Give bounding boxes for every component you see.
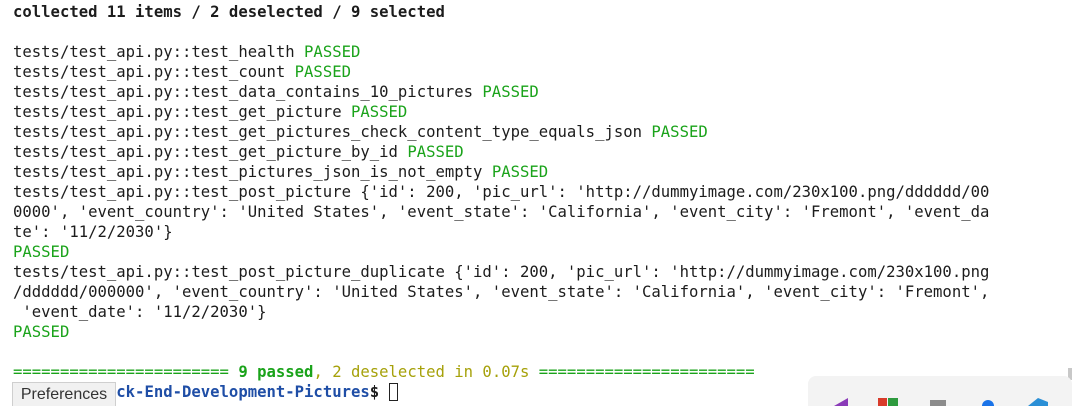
vertical-scrollbar[interactable] xyxy=(1062,0,1079,406)
test-name: tests/test_api.py::test_health xyxy=(13,43,295,61)
passed-status: PASSED xyxy=(482,83,539,101)
passed-status: PASSED xyxy=(491,163,549,181)
post-picture-duplicate-output: tests/test_api.py::test_post_picture_dup… xyxy=(13,263,990,281)
passed-status: PASSED xyxy=(13,243,70,261)
taskbar-preview xyxy=(808,376,1072,406)
test-result-line: tests/test_api.py::test_get_picture PASS… xyxy=(13,102,1062,122)
passed-status: PASSED xyxy=(304,43,361,61)
passed-status: PASSED xyxy=(407,143,464,161)
test-name: tests/test_api.py::test_get_picture_by_i… xyxy=(13,143,398,161)
passed-status: PASSED xyxy=(651,123,708,141)
post-picture-duplicate-output: /dddddd/000000', 'event_country': 'Unite… xyxy=(13,283,990,301)
passed-status: PASSED xyxy=(294,63,351,81)
post-picture-output: 0000', 'event_country': 'United States',… xyxy=(13,203,990,221)
terminal-output[interactable]: collected 11 items / 2 deselected / 9 se… xyxy=(0,0,1062,406)
test-result-line: tests/test_api.py::test_get_pictures_che… xyxy=(13,122,1062,142)
test-result-line: tests/test_api.py::test_count PASSED xyxy=(13,62,1062,82)
summary-separator: , xyxy=(313,363,333,381)
prompt-path: :Back-End-Development-Pictures xyxy=(88,383,370,401)
test-name: tests/test_api.py::test_pictures_json_is… xyxy=(13,163,483,181)
test-result-line: tests/test_api.py::test_health PASSED xyxy=(13,42,1062,62)
passed-count: 9 passed xyxy=(238,363,314,381)
browser-icon[interactable] xyxy=(980,396,996,406)
test-result-line: tests/test_api.py::test_pictures_json_is… xyxy=(13,162,1062,182)
post-picture-output: tests/test_api.py::test_post_picture {'i… xyxy=(13,183,990,201)
post-picture-duplicate-output: 'event_date': '11/2/2030'} xyxy=(13,303,267,321)
deselected-count: 2 deselected in 0.07s xyxy=(332,363,530,381)
test-name: tests/test_api.py::test_data_contains_10… xyxy=(13,83,474,101)
text-cursor[interactable] xyxy=(388,383,398,401)
summary-right-rule: ======================= xyxy=(529,363,755,381)
prompt-symbol: $ xyxy=(369,383,389,401)
test-name: tests/test_api.py::test_get_pictures_che… xyxy=(13,123,643,141)
test-name: tests/test_api.py::test_count xyxy=(13,63,286,81)
passed-status: PASSED xyxy=(350,103,408,121)
collection-summary: collected 11 items / 2 deselected / 9 se… xyxy=(13,3,445,21)
passed-status: PASSED xyxy=(13,323,70,341)
post-picture-output: te': '11/2/2030'} xyxy=(13,223,173,241)
window-icon[interactable] xyxy=(930,400,946,406)
test-name: tests/test_api.py::test_get_picture xyxy=(13,103,342,121)
test-result-line: tests/test_api.py::test_data_contains_10… xyxy=(13,82,1062,102)
test-result-line: tests/test_api.py::test_get_picture_by_i… xyxy=(13,142,1062,162)
preferences-tab[interactable]: Preferences xyxy=(12,382,116,406)
summary-left-rule: ======================= xyxy=(13,363,239,381)
code-editor-icon[interactable] xyxy=(1028,396,1048,406)
app-icon[interactable] xyxy=(878,398,898,406)
edit-icon[interactable] xyxy=(832,396,850,406)
